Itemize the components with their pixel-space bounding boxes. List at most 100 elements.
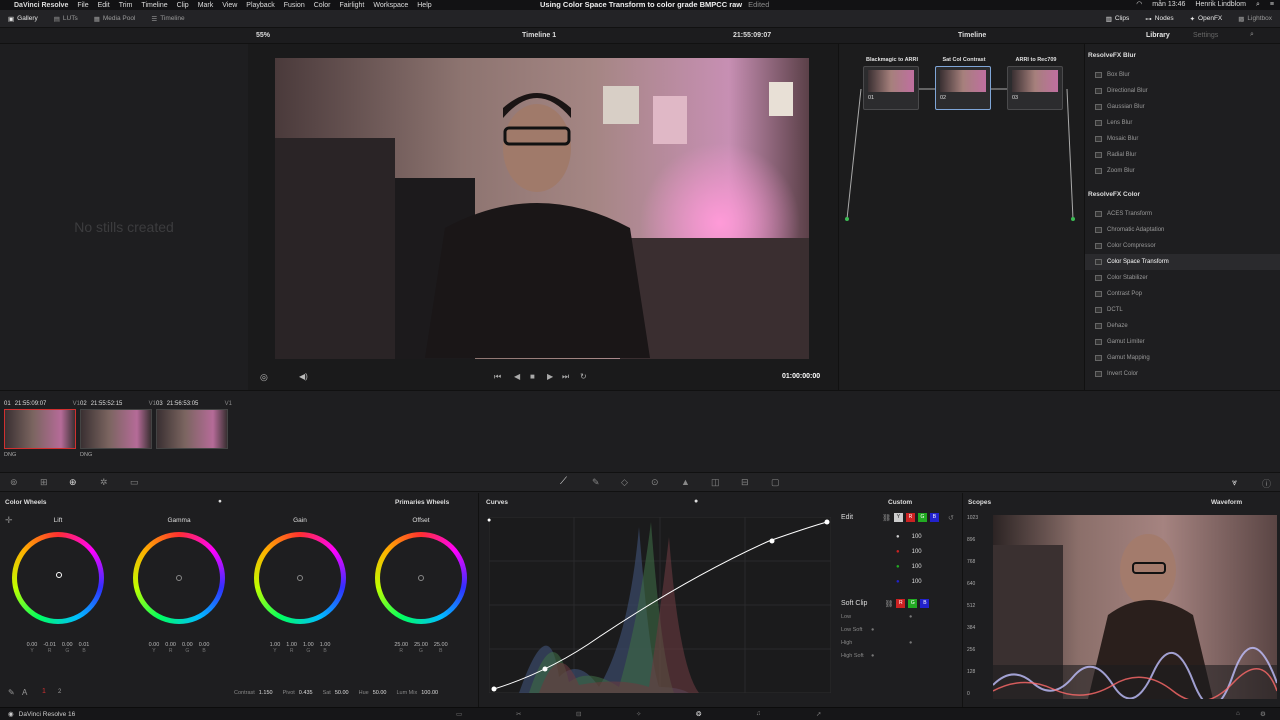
lift-wheel[interactable]: Lift 0.00 Y -0.01 R 0.00 G 0.01 B	[8, 517, 108, 654]
value-b[interactable]: 25.00 B	[434, 642, 448, 654]
menu-fairlight[interactable]: Fairlight	[339, 2, 364, 9]
edit-row-b[interactable]: ● 100	[896, 574, 956, 589]
white-point-handle[interactable]: ●	[487, 517, 491, 524]
menu-help[interactable]: Help	[417, 2, 431, 9]
settings-icon[interactable]: ⚙	[1260, 710, 1266, 718]
gain-wheel[interactable]: Gain 1.00 Y 1.00 R 1.00 G 1.00 B	[250, 517, 350, 654]
lowsoft-handle[interactable]: ●	[871, 627, 874, 633]
volume-icon[interactable]: ◀)	[299, 372, 308, 381]
tab-settings[interactable]: Settings	[1193, 32, 1218, 39]
luts-button[interactable]: ▤ LUTs	[46, 15, 86, 23]
lowsoft-slider[interactable]: Low Soft ●	[841, 627, 951, 640]
lift-puck[interactable]	[56, 572, 62, 578]
gain-ring[interactable]	[254, 532, 346, 624]
curves-mode-selector[interactable]: Custom	[888, 499, 912, 506]
fx-item[interactable]: Mosaic Blur	[1085, 131, 1280, 147]
value-y[interactable]: 0.00 Y	[149, 642, 160, 654]
gallery-button[interactable]: ▣ Gallery	[0, 15, 46, 23]
highsoft-handle[interactable]: ●	[871, 653, 874, 659]
clips-button[interactable]: ▥ Clips	[1098, 15, 1138, 23]
fx-item[interactable]: Gamut Limiter	[1085, 334, 1280, 350]
curves-icon[interactable]: ⟋	[560, 476, 567, 487]
value-r[interactable]: 0.00 R	[165, 642, 176, 654]
qualifier-icon[interactable]: ✎	[592, 477, 600, 488]
scopes-icon[interactable]: ⩔	[1232, 477, 1237, 488]
g-softclip-button[interactable]: G	[908, 599, 918, 608]
timeline-button[interactable]: ☰ Timeline	[143, 15, 192, 23]
page-dot-icon[interactable]: ●	[694, 498, 698, 505]
r-softclip-button[interactable]: R	[896, 599, 906, 608]
timeline-selector[interactable]: Timeline 1	[522, 32, 556, 39]
blur-category-title[interactable]: ResolveFX Blur	[1088, 52, 1280, 59]
color-category-title[interactable]: ResolveFX Color	[1088, 191, 1280, 198]
link-icon[interactable]: ⛓	[882, 514, 891, 522]
sizing-icon[interactable]: ▢	[771, 477, 780, 488]
fx-item[interactable]: Chromatic Adaptation	[1085, 222, 1280, 238]
fx-item[interactable]: Zoom Blur	[1085, 163, 1280, 179]
value-y[interactable]: 1.00 Y	[270, 642, 281, 654]
tab-library[interactable]: Library	[1146, 32, 1170, 39]
home-icon[interactable]: ⌂	[1236, 710, 1240, 717]
edit-row-y[interactable]: ● 100	[896, 529, 956, 544]
value-g[interactable]: 25.00 G	[414, 642, 428, 654]
value-r[interactable]: 1.00 R	[286, 642, 297, 654]
menu-mark[interactable]: Mark	[198, 2, 214, 9]
offset-ring[interactable]	[375, 532, 467, 624]
value-b[interactable]: 0.00 B	[199, 642, 210, 654]
curve-graph[interactable]	[489, 517, 831, 693]
wheels-mode-selector[interactable]: Primaries Wheels	[395, 499, 449, 506]
menu-fusion[interactable]: Fusion	[284, 2, 305, 9]
last-frame-icon[interactable]: ⏭	[562, 372, 569, 382]
scope-mode-selector[interactable]: Waveform	[1211, 499, 1242, 506]
node-03[interactable]: ARRI to Rec709 03	[1007, 57, 1063, 110]
play-reverse-icon[interactable]: ◀	[514, 372, 520, 381]
media-pool-button[interactable]: ▦ Media Pool	[86, 15, 144, 23]
value-b[interactable]: 0.01 B	[79, 642, 90, 654]
offset-wheel[interactable]: Offset 25.00 R 25.00 G 25.00 B	[371, 517, 471, 654]
r-channel-button[interactable]: R	[905, 513, 915, 522]
clip-03[interactable]: 03 21:56:53:05 V1	[156, 399, 232, 452]
first-frame-icon[interactable]: ⏮	[494, 372, 501, 382]
fx-item[interactable]: Dehaze	[1085, 318, 1280, 334]
pivot-value[interactable]: 0.435	[299, 690, 313, 696]
clip-01[interactable]: 01 21:55:09:07 V1 DNG	[4, 399, 80, 458]
color-wheels-icon[interactable]: ⊕	[69, 477, 77, 488]
reset-icon[interactable]: ↺	[948, 514, 954, 522]
openfx-button[interactable]: ✦ OpenFX	[1182, 15, 1231, 23]
window-icon[interactable]: ◇	[621, 477, 628, 488]
search-icon[interactable]: ⌕	[1250, 31, 1254, 39]
value-y[interactable]: 0.00 Y	[27, 642, 38, 654]
loop-icon[interactable]: ↻	[580, 372, 587, 381]
value-g[interactable]: 0.00 G	[62, 642, 73, 654]
fx-item[interactable]: Directional Blur	[1085, 83, 1280, 99]
fx-item[interactable]: Gamut Mapping	[1085, 350, 1280, 366]
menu-clip[interactable]: Clip	[177, 2, 189, 9]
clip-02[interactable]: 02 21:55:52:15 V1 DNG	[80, 399, 156, 458]
offset-puck[interactable]	[418, 575, 424, 581]
edit-row-r[interactable]: ● 100	[896, 544, 956, 559]
g-channel-button[interactable]: G	[917, 513, 927, 522]
wifi-icon[interactable]: ◠	[1136, 0, 1142, 10]
menu-color[interactable]: Color	[314, 2, 331, 9]
fx-item[interactable]: DCTL	[1085, 302, 1280, 318]
menu-app[interactable]: DaVinci Resolve	[14, 2, 68, 9]
page-fusion-icon[interactable]: ✧	[636, 710, 641, 718]
blur-icon[interactable]: ◫	[711, 477, 720, 488]
camera-raw-icon[interactable]: ⊚	[10, 477, 18, 488]
color-match-icon[interactable]: ⊞	[40, 477, 48, 488]
user-name[interactable]: Henrik Lindblom	[1195, 0, 1246, 10]
fx-item[interactable]: Gaussian Blur	[1085, 99, 1280, 115]
page-deliver-icon[interactable]: ➚	[816, 710, 821, 718]
menu-timeline[interactable]: Timeline	[141, 2, 167, 9]
fx-item[interactable]: Radial Blur	[1085, 147, 1280, 163]
menu-icon[interactable]: ≡	[1270, 0, 1274, 10]
fx-item[interactable]: Invert Color	[1085, 366, 1280, 382]
value-r[interactable]: 25.00 R	[394, 642, 408, 654]
page-color-icon[interactable]: ❂	[696, 710, 701, 718]
node-01[interactable]: Blackmagic to ARRI 01	[863, 57, 919, 110]
page-dot-icon[interactable]: ●	[218, 498, 222, 505]
low-handle[interactable]: ●	[909, 614, 912, 620]
fx-item[interactable]: Color Compressor	[1085, 238, 1280, 254]
value-g[interactable]: 1.00 G	[303, 642, 314, 654]
key-icon[interactable]: ⊟	[741, 477, 749, 488]
